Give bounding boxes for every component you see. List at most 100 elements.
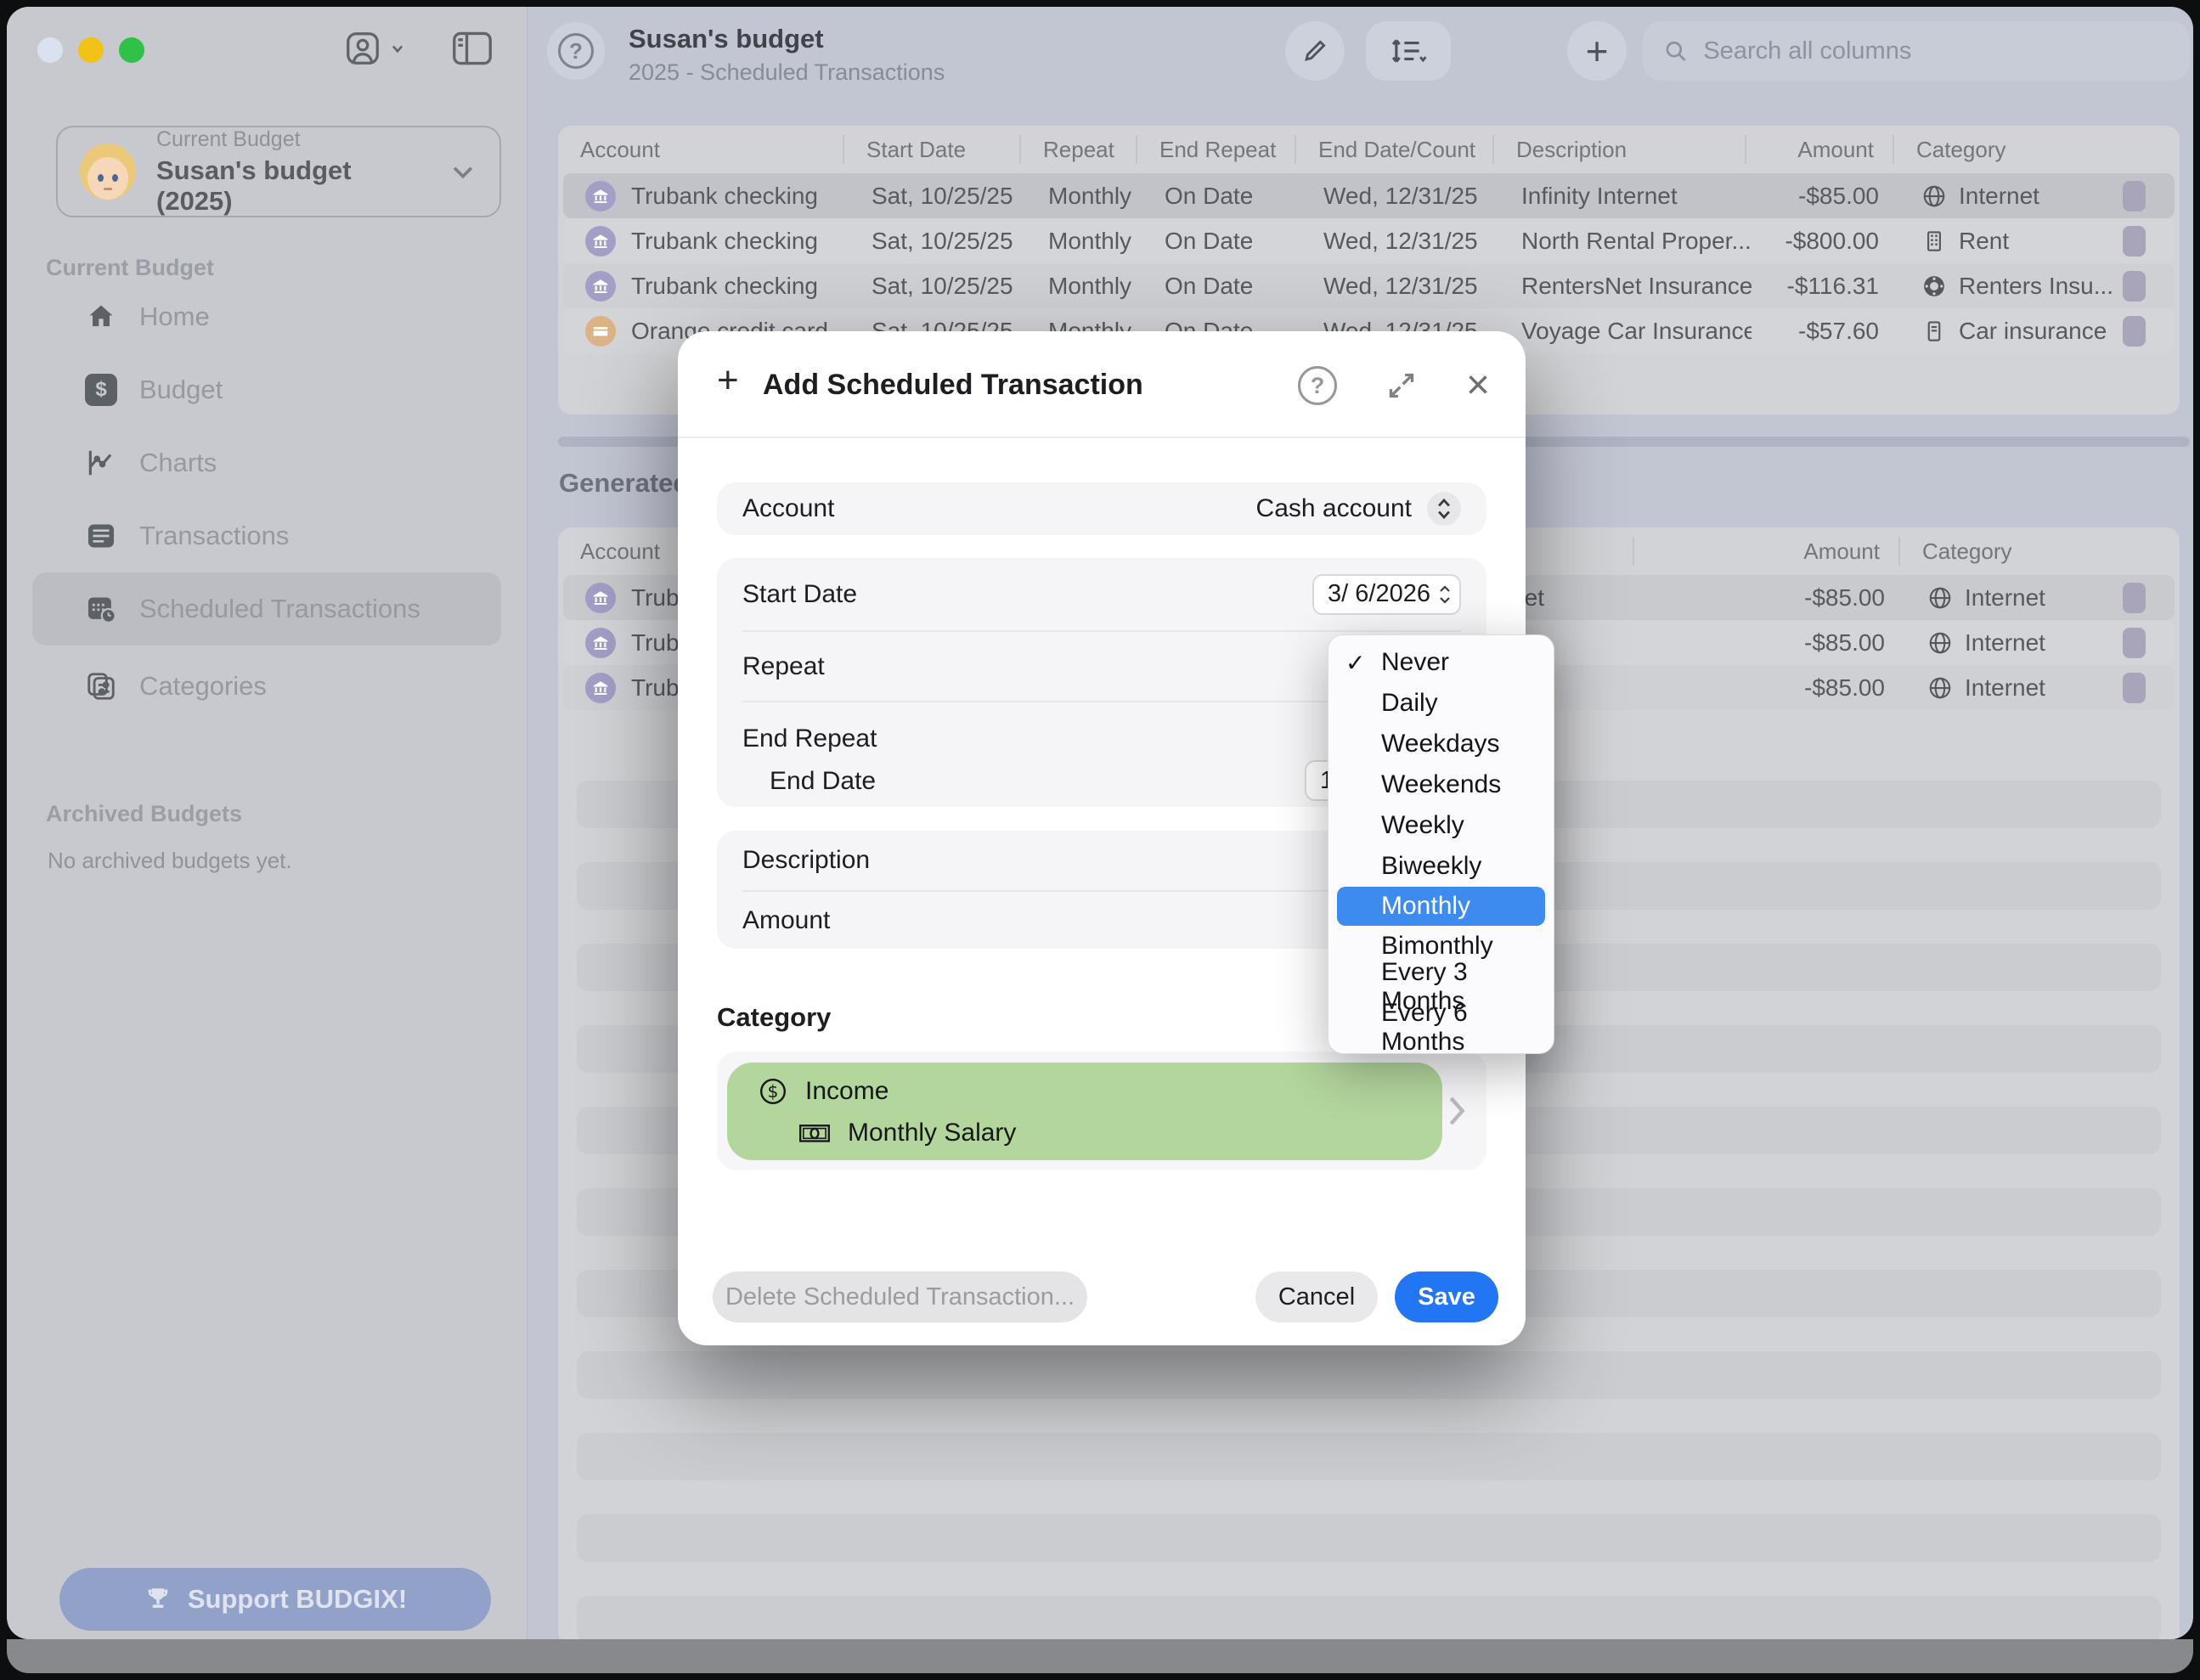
charts-icon [85, 447, 117, 479]
budget-selector-value: Susan's budget (2025) [156, 155, 428, 217]
menu-item-weekly[interactable]: Weekly [1328, 805, 1554, 846]
category-selector[interactable]: $ Income Monthly Salary [717, 1051, 1486, 1170]
category-item-label: Monthly Salary [848, 1119, 1016, 1147]
table-row[interactable]: Trubank checking Sat, 10/25/25 Monthly O… [563, 218, 2175, 263]
sidebar-nav: Home $ Budget Charts Transactions Schedu… [7, 280, 527, 723]
sidebar-item-scheduled-transactions[interactable]: Scheduled Transactions [32, 572, 501, 646]
sidebar-item-budget[interactable]: $ Budget [32, 353, 501, 426]
zoom-window-button[interactable] [119, 37, 144, 63]
menu-item-monthly[interactable]: Monthly [1337, 887, 1545, 926]
lifebuoy-icon [1921, 273, 1947, 299]
account-menu-button[interactable] [343, 29, 406, 68]
selected-category[interactable]: $ Income Monthly Salary [727, 1063, 1442, 1160]
add-scheduled-transaction-button[interactable]: + [1567, 21, 1627, 81]
scheduled-transactions-icon [85, 593, 117, 625]
menu-item-weekdays[interactable]: Weekdays [1328, 724, 1554, 764]
bank-account-icon [585, 583, 616, 613]
bank-account-icon [585, 226, 616, 257]
help-icon: ? [558, 33, 594, 69]
close-window-button[interactable] [37, 37, 63, 63]
help-button[interactable]: ? [547, 22, 605, 80]
account-select-button[interactable] [1427, 492, 1461, 526]
table-header: Account Start Date Repeat End Repeat End… [558, 126, 2180, 173]
sidebar-item-categories[interactable]: Categories [32, 650, 501, 723]
dialog-title: Add Scheduled Transaction [763, 369, 1143, 402]
notepad-icon [1921, 319, 1947, 344]
category-color-swatch[interactable] [2123, 629, 2146, 657]
building-icon [1921, 228, 1947, 254]
globe-icon [1927, 585, 1953, 611]
delete-scheduled-transaction-button[interactable]: Delete Scheduled Transaction... [713, 1271, 1087, 1322]
globe-icon [1927, 675, 1953, 701]
end-repeat-label: End Repeat [742, 724, 877, 753]
description-label: Description [742, 846, 870, 875]
page-subtitle: 2025 - Scheduled Transactions [629, 59, 945, 86]
search-input[interactable] [1701, 37, 2169, 66]
date-stepper-arrows[interactable] [1439, 585, 1451, 604]
banknote-icon [798, 1119, 831, 1147]
account-label: Account [742, 494, 834, 523]
start-date-label: Start Date [742, 580, 857, 609]
repeat-options-menu: ✓ Never Daily Weekdays Weekends Weekly B… [1328, 634, 1554, 1054]
plus-icon: + [1586, 31, 1609, 70]
cancel-button[interactable]: Cancel [1255, 1271, 1378, 1322]
table-row[interactable]: Trubank checking Sat, 10/25/25 Monthly O… [563, 263, 2175, 308]
archived-empty-text: No archived budgets yet. [48, 848, 292, 874]
close-icon[interactable]: × [1466, 365, 1490, 406]
category-heading: Category [717, 1002, 831, 1033]
categories-icon [85, 670, 117, 702]
table-row[interactable]: Trubank checking Sat, 10/25/25 Monthly O… [563, 173, 2175, 218]
category-color-swatch[interactable] [2123, 584, 2146, 612]
budget-icon: $ [85, 374, 117, 406]
window-controls [37, 37, 144, 63]
category-color-swatch[interactable] [2123, 674, 2146, 702]
menu-item-every-6-months[interactable]: Every 6 Months [1328, 1007, 1554, 1048]
bank-account-icon [585, 181, 616, 211]
globe-icon [1921, 183, 1947, 209]
chevron-down-icon [448, 157, 477, 186]
sidebar-item-home[interactable]: Home [32, 280, 501, 353]
expand-icon [1385, 369, 1419, 403]
repeat-label: Repeat [742, 652, 825, 681]
support-budgix-button[interactable]: Support BUDGIX! [59, 1568, 491, 1631]
toggle-sidebar-button[interactable] [452, 30, 493, 67]
generated-section-heading: Generated [559, 468, 689, 499]
credit-card-account-icon [585, 316, 616, 347]
menu-item-daily[interactable]: Daily [1328, 683, 1554, 724]
plus-icon: + [717, 362, 739, 399]
menu-item-biweekly[interactable]: Biweekly [1328, 846, 1554, 887]
sidebar-item-charts[interactable]: Charts [32, 426, 501, 499]
budget-selector[interactable]: Current Budget Susan's budget (2025) [56, 126, 501, 217]
menu-item-weekends[interactable]: Weekends [1328, 764, 1554, 805]
sidebar-item-transactions[interactable]: Transactions [32, 499, 501, 572]
dialog-help-button[interactable]: ? [1298, 366, 1337, 405]
dialog-expand-button[interactable] [1385, 369, 1419, 403]
up-down-chevrons-icon [1436, 498, 1452, 520]
check-icon: ✓ [1345, 649, 1365, 677]
start-date-stepper[interactable]: 3/ 6/2026 [1312, 574, 1461, 615]
category-color-swatch[interactable] [2123, 228, 2146, 255]
svg-text:$: $ [768, 1081, 779, 1102]
category-color-swatch[interactable] [2123, 273, 2146, 300]
chevron-right-icon [1446, 1094, 1468, 1128]
search-box[interactable] [1643, 21, 2190, 81]
bank-account-icon [585, 271, 616, 302]
bank-account-icon [585, 628, 616, 658]
menu-item-never[interactable]: ✓ Never [1328, 642, 1554, 683]
sidebar: Current Budget Susan's budget (2025) Cur… [7, 7, 527, 1639]
transactions-icon [85, 520, 117, 552]
category-color-swatch[interactable] [2123, 183, 2146, 210]
chevron-down-icon [389, 40, 406, 57]
end-date-label: End Date [770, 767, 876, 796]
amount-label: Amount [742, 906, 830, 935]
person-crop-icon [343, 29, 382, 68]
avatar [80, 144, 136, 200]
dollar-circle-icon: $ [758, 1076, 788, 1107]
edit-button[interactable] [1285, 21, 1345, 81]
category-color-swatch[interactable] [2123, 318, 2146, 345]
account-select-value[interactable]: Cash account [1256, 494, 1412, 523]
save-button[interactable]: Save [1395, 1271, 1498, 1322]
category-group-label: Income [805, 1077, 888, 1106]
minimize-window-button[interactable] [78, 37, 104, 63]
row-height-button[interactable] [1366, 21, 1451, 81]
